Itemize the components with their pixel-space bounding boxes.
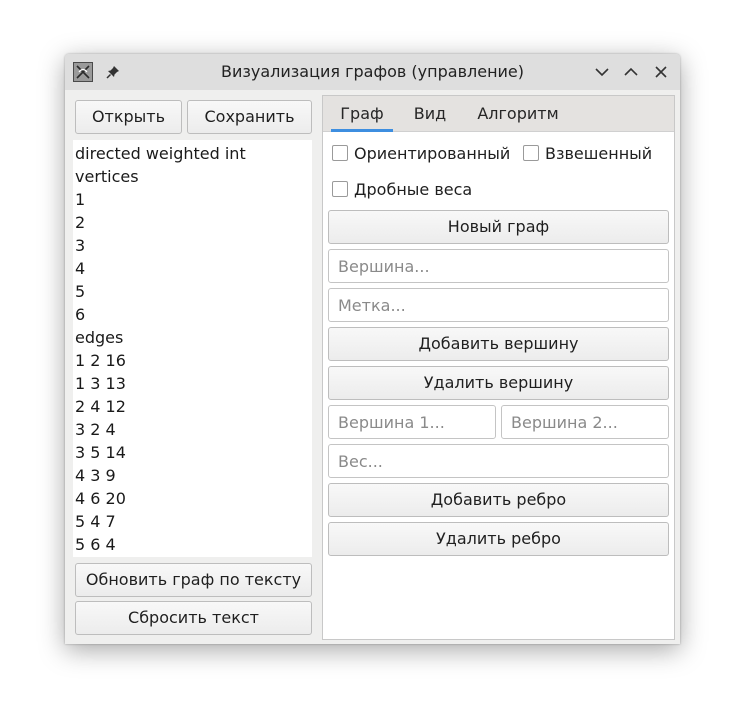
tab-view[interactable]: Вид — [401, 96, 459, 132]
add-vertex-button[interactable]: Добавить вершину — [328, 327, 669, 361]
weighted-checkbox[interactable]: Взвешенный — [523, 142, 652, 166]
text-line: edges — [75, 328, 124, 347]
checkbox-box[interactable] — [523, 144, 539, 161]
checkbox-box[interactable] — [332, 144, 348, 161]
title-bar[interactable]: Визуализация графов (управление) — [65, 54, 680, 90]
vertex-input[interactable] — [328, 249, 669, 283]
text-line: 2 4 12 — [75, 397, 126, 416]
text-line: 1 — [75, 190, 86, 209]
oriented-checkbox[interactable]: Ориентированный — [332, 142, 510, 166]
text-line: 5 6 4 — [75, 535, 116, 554]
window-title: Визуализация графов (управление) — [220, 62, 525, 81]
text-line: 2 — [75, 213, 86, 232]
graph-text-editor[interactable]: directed weighted int vertices 1 2 3 4 5… — [73, 140, 312, 557]
text-line: vertices — [75, 167, 139, 186]
text-line: 4 3 9 — [75, 466, 116, 485]
fractional-weights-checkbox-label: Дробные веса — [354, 180, 473, 199]
text-line: 5 — [75, 282, 86, 301]
tab-algorithm[interactable]: Алгоритм — [469, 96, 567, 132]
tab-graph[interactable]: Граф — [331, 96, 393, 132]
maximize-icon[interactable] — [623, 64, 639, 80]
left-panel: Открыть Сохранить directed weighted int … — [65, 90, 322, 644]
remove-edge-button[interactable]: Удалить ребро — [328, 522, 669, 556]
text-line: 5 4 7 — [75, 512, 116, 531]
text-line: 3 — [75, 236, 86, 255]
oriented-checkbox-label: Ориентированный — [354, 144, 511, 163]
remove-vertex-button[interactable]: Удалить вершину — [328, 366, 669, 400]
add-edge-button[interactable]: Добавить ребро — [328, 483, 669, 517]
new-graph-button[interactable]: Новый граф — [328, 210, 669, 244]
text-line: directed weighted int — [75, 144, 246, 163]
text-line: 3 2 4 — [75, 420, 116, 439]
reset-text-button[interactable]: Сбросить текст — [75, 601, 312, 635]
weight-input[interactable] — [328, 444, 669, 478]
text-line: 6 — [75, 305, 86, 324]
text-line: 1 3 13 — [75, 374, 126, 393]
label-input[interactable] — [328, 288, 669, 322]
text-line: 3 5 14 — [75, 443, 126, 462]
active-tab-indicator — [331, 129, 393, 132]
save-button[interactable]: Сохранить — [187, 100, 312, 134]
refresh-graph-button[interactable]: Обновить граф по тексту — [75, 563, 312, 597]
right-panel: Граф Вид Алгоритм Ориентированный Взвеше… — [322, 95, 675, 640]
app-window: Визуализация графов (управление) Открыть… — [65, 54, 680, 644]
text-line: 1 2 16 — [75, 351, 126, 370]
close-icon[interactable] — [653, 64, 669, 80]
text-line: 4 — [75, 259, 86, 278]
text-line: 4 6 20 — [75, 489, 126, 508]
tab-bar: Граф Вид Алгоритм — [323, 96, 674, 132]
minimize-icon[interactable] — [594, 64, 610, 80]
weighted-checkbox-label: Взвешенный — [545, 144, 653, 163]
checkbox-box[interactable] — [332, 180, 348, 197]
open-button[interactable]: Открыть — [75, 100, 182, 134]
fractional-weights-checkbox[interactable]: Дробные веса — [332, 178, 472, 202]
vertex1-input[interactable] — [328, 405, 496, 439]
vertex2-input[interactable] — [501, 405, 669, 439]
